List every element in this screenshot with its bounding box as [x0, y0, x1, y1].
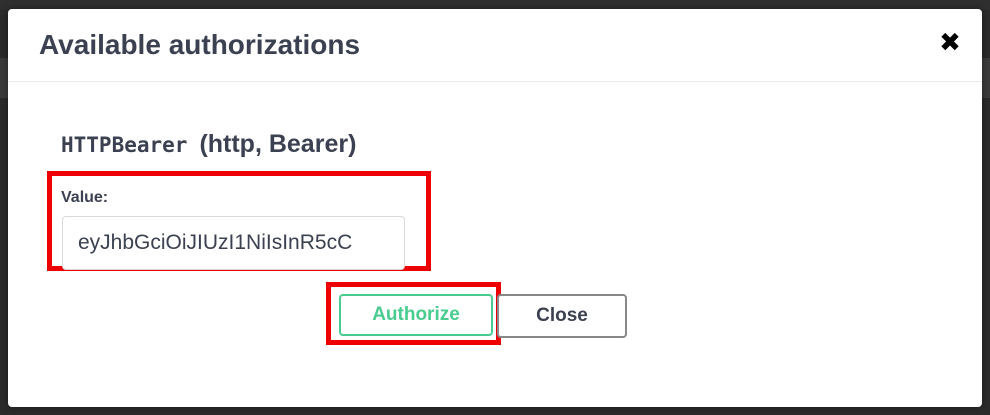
modal-title: Available authorizations: [39, 29, 361, 60]
modal-header: Available authorizations: [8, 9, 982, 82]
auth-scheme-title: HTTPBearer (http, Bearer): [61, 130, 356, 159]
close-button[interactable]: Close: [497, 294, 627, 338]
token-value-input[interactable]: [62, 216, 405, 270]
auth-scheme-type: (http, Bearer): [199, 130, 357, 158]
value-label: Value:: [61, 189, 109, 206]
close-icon[interactable]: ✖: [938, 27, 962, 57]
authorize-button[interactable]: Authorize: [339, 294, 493, 336]
auth-scheme-name: HTTPBearer: [61, 133, 188, 157]
